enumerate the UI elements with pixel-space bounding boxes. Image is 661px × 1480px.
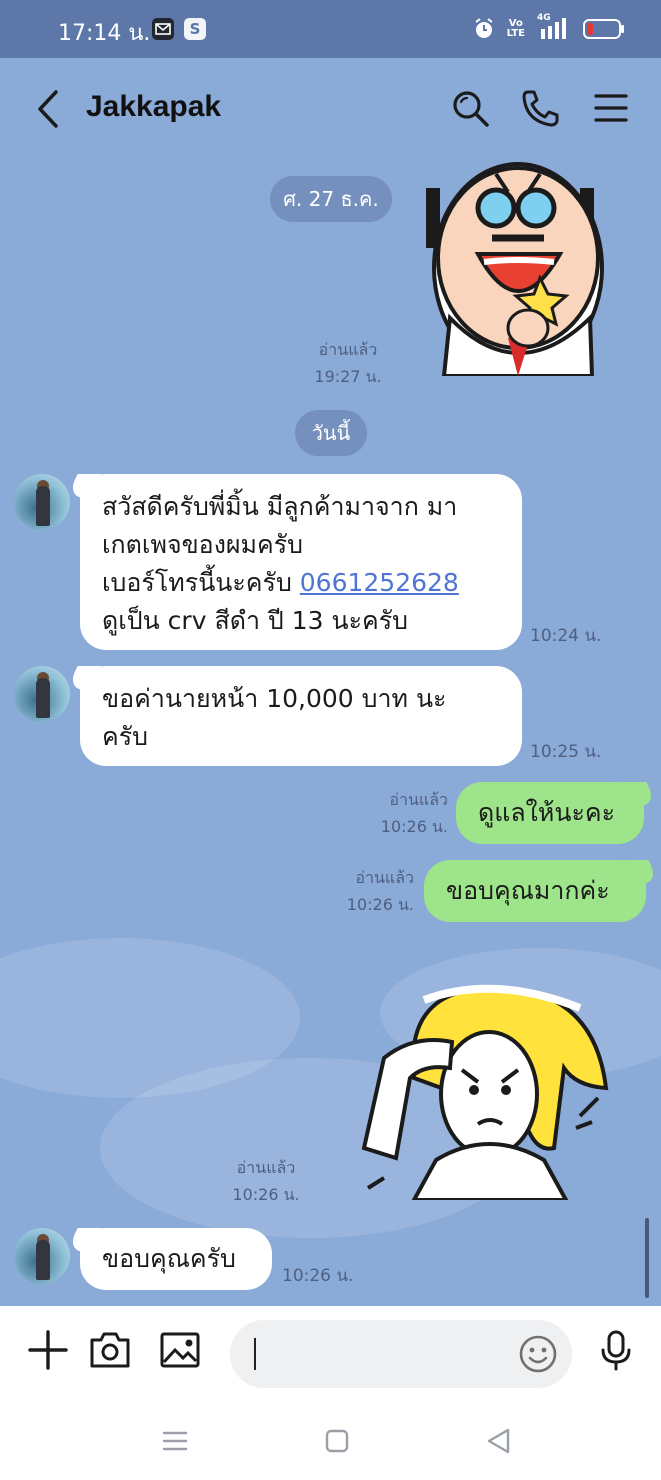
read-receipt: อ่านแล้ว 10:26 น. bbox=[380, 790, 448, 836]
message-bubble[interactable]: ขอบคุณครับ bbox=[80, 1228, 272, 1290]
avatar[interactable] bbox=[14, 666, 70, 722]
back-nav-icon[interactable] bbox=[484, 1426, 514, 1456]
message-bubble[interactable]: ดูแลให้นะคะ bbox=[456, 782, 644, 844]
message-time: 10:26 น. bbox=[282, 1266, 354, 1286]
text-cursor bbox=[254, 1338, 256, 1370]
avatar[interactable] bbox=[14, 474, 70, 530]
status-time: 17:14 น. bbox=[58, 21, 151, 46]
sticker-blonde-salute[interactable] bbox=[344, 978, 616, 1200]
emoji-icon[interactable] bbox=[518, 1334, 558, 1374]
message-bubble[interactable]: ขอค่านายหน้า 10,000 บาท นะ ครับ bbox=[80, 666, 522, 766]
message-input-bar bbox=[0, 1306, 661, 1400]
mail-notification-icon bbox=[152, 18, 174, 40]
read-receipt: อ่านแล้ว 19:27 น. bbox=[314, 340, 382, 386]
recent-apps-icon[interactable] bbox=[160, 1426, 190, 1456]
system-navigation-bar bbox=[0, 1400, 661, 1480]
message-input[interactable] bbox=[230, 1320, 572, 1388]
avatar[interactable] bbox=[14, 1228, 70, 1284]
alarm-icon bbox=[475, 18, 493, 38]
back-arrow-icon[interactable] bbox=[30, 88, 66, 130]
chat-title[interactable]: Jakkapak bbox=[86, 90, 221, 124]
date-divider: ศ. 27 ธ.ค. bbox=[270, 176, 392, 222]
scrollbar[interactable] bbox=[645, 1218, 649, 1298]
search-icon[interactable] bbox=[448, 86, 492, 130]
message-bubble[interactable]: ขอบคุณมากค่ะ bbox=[424, 860, 646, 922]
app-notification-icon: S bbox=[184, 18, 206, 40]
battery-icon bbox=[583, 19, 624, 39]
menu-icon[interactable] bbox=[588, 86, 632, 130]
sticker-bald-man[interactable] bbox=[420, 158, 616, 376]
image-gallery-icon[interactable] bbox=[158, 1328, 202, 1372]
message-time: 10:24 น. bbox=[530, 626, 602, 646]
status-bar: 17:14 น. S Vo LTE 4G bbox=[0, 0, 661, 58]
read-receipt: อ่านแล้ว 10:26 น. bbox=[232, 1158, 300, 1204]
chat-message-list[interactable]: ศ. 27 ธ.ค. อ่านแล้ว 19:27 น. วันนี้ สวัส… bbox=[0, 158, 661, 1306]
microphone-icon[interactable] bbox=[594, 1328, 638, 1372]
chat-header: Jakkapak bbox=[0, 58, 661, 158]
message-time: 10:25 น. bbox=[530, 742, 602, 762]
volte-indicator: Vo LTE bbox=[506, 18, 525, 39]
message-bubble[interactable]: สวัสดีครับพี่มิ้น มีลูกค้ามาจาก มา เกตเพ… bbox=[80, 474, 522, 650]
signal-icon: 4G bbox=[537, 13, 571, 41]
read-receipt: อ่านแล้ว 10:26 น. bbox=[346, 868, 414, 914]
home-icon[interactable] bbox=[322, 1426, 352, 1456]
phone-call-icon[interactable] bbox=[518, 86, 562, 130]
add-icon[interactable] bbox=[26, 1328, 70, 1372]
camera-icon[interactable] bbox=[88, 1328, 132, 1372]
phone-number-link[interactable]: 0661252628 bbox=[300, 568, 459, 597]
date-divider: วันนี้ bbox=[295, 410, 367, 456]
